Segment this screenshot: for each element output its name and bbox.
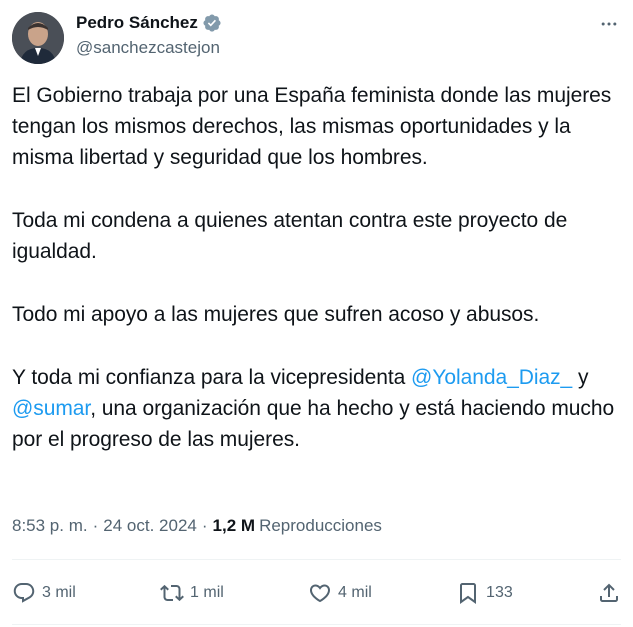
name-row: Pedro Sánchez bbox=[76, 12, 222, 34]
more-icon bbox=[601, 22, 617, 26]
bookmark-button[interactable]: 133 bbox=[456, 581, 513, 605]
tweet-paragraph: El Gobierno trabaja por una España femin… bbox=[12, 84, 612, 169]
divider bbox=[12, 559, 621, 560]
share-button[interactable] bbox=[597, 581, 621, 605]
reply-count: 3 mil bbox=[42, 584, 76, 601]
meta-separator: · bbox=[92, 516, 99, 535]
tweet-date[interactable]: 24 oct. 2024 bbox=[103, 516, 197, 536]
paragraph-text: y bbox=[572, 366, 589, 389]
paragraph-text: , una organización que ha hecho y está h… bbox=[12, 397, 615, 451]
share-icon bbox=[599, 583, 618, 602]
tweet-time[interactable]: 8:53 p. m. bbox=[12, 516, 88, 536]
avatar[interactable] bbox=[12, 12, 64, 64]
tweet-detail: Pedro Sánchez @sanchezcastejon El Gobier… bbox=[0, 0, 633, 627]
display-name[interactable]: Pedro Sánchez bbox=[76, 13, 198, 33]
like-count: 4 mil bbox=[338, 584, 372, 601]
bookmark-count: 133 bbox=[486, 584, 513, 601]
handle[interactable]: @sanchezcastejon bbox=[76, 38, 222, 58]
tweet-meta: 8:53 p. m. · 24 oct. 2024 · 1,2 M Reprod… bbox=[12, 516, 382, 536]
verified-badge-icon[interactable] bbox=[202, 13, 222, 33]
repost-icon bbox=[160, 584, 184, 602]
mention-link-yolanda-diaz[interactable]: @Yolanda_Diaz_ bbox=[411, 366, 572, 389]
tweet-paragraph: Y toda mi confianza para la vicepresiden… bbox=[12, 362, 624, 455]
reply-button[interactable]: 3 mil bbox=[12, 581, 76, 605]
tweet-paragraph: Toda mi condena a quienes atentan contra… bbox=[12, 209, 568, 263]
avatar-image bbox=[12, 12, 64, 64]
like-button[interactable]: 4 mil bbox=[308, 581, 372, 605]
divider bbox=[12, 624, 621, 625]
like-icon bbox=[310, 584, 331, 603]
mention-link-sumar[interactable]: @sumar bbox=[12, 397, 90, 420]
tweet-text: El Gobierno trabaja por una España femin… bbox=[12, 80, 624, 455]
tweet-paragraph: Todo mi apoyo a las mujeres que sufren a… bbox=[12, 303, 540, 326]
views-label: Reproducciones bbox=[259, 516, 382, 535]
views-count: 1,2 M bbox=[212, 516, 256, 535]
reply-icon bbox=[13, 583, 35, 603]
action-bar: 3 mil 1 mil 4 mil 133 bbox=[12, 573, 621, 613]
repost-count: 1 mil bbox=[190, 584, 224, 601]
more-button[interactable] bbox=[599, 14, 619, 34]
author-block: Pedro Sánchez @sanchezcastejon bbox=[76, 12, 222, 58]
bookmark-icon bbox=[460, 583, 477, 604]
repost-button[interactable]: 1 mil bbox=[160, 581, 224, 605]
meta-separator: · bbox=[201, 516, 208, 535]
paragraph-text: Y toda mi confianza para la vicepresiden… bbox=[12, 366, 412, 389]
